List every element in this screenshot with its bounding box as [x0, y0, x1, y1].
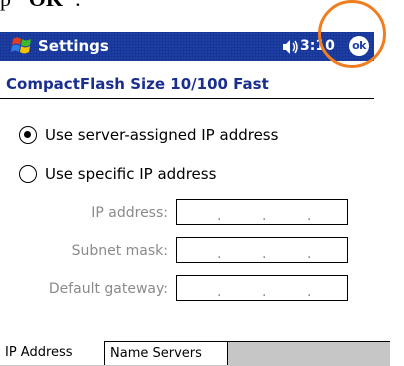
radio-button-selected[interactable] [19, 126, 37, 144]
ip-separator: . [262, 284, 267, 300]
caption-prefix: p [0, 0, 17, 11]
page-subtitle: CompactFlash Size 10/100 Fast [6, 75, 269, 93]
caption-bold: "OK" [17, 0, 76, 11]
subnet-mask-label: Subnet mask: [71, 243, 168, 259]
ip-separator: . [262, 208, 267, 224]
ip-separator: . [217, 246, 222, 262]
subtitle-divider [0, 98, 374, 99]
tab-ip-address[interactable]: IP Address [0, 341, 105, 365]
default-gateway-label: Default gateway: [48, 281, 168, 297]
window-title: Settings [38, 37, 109, 55]
ok-button-label: ok [352, 39, 366, 52]
subnet-mask-field[interactable]: . . . [176, 237, 348, 263]
ip-separator: . [307, 208, 312, 224]
radio-label-specific-ip[interactable]: Use specific IP address [45, 165, 216, 183]
tab-strip: IP Address Name Servers [0, 341, 390, 366]
windows-flag-icon[interactable] [10, 35, 34, 57]
ip-separator: . [262, 246, 267, 262]
ip-address-field[interactable]: . . . [176, 199, 348, 225]
radio-button-unselected[interactable] [19, 165, 37, 183]
ip-separator: . [217, 284, 222, 300]
tab-name-servers[interactable]: Name Servers [105, 341, 228, 365]
ip-separator: . [307, 246, 312, 262]
caption-suffix: . [75, 0, 81, 11]
radio-label-server-assigned[interactable]: Use server-assigned IP address [45, 126, 278, 144]
ip-separator: . [217, 208, 222, 224]
ip-separator: . [307, 284, 312, 300]
radio-dot [24, 131, 31, 138]
ip-address-label: IP address: [91, 205, 168, 221]
speaker-icon[interactable] [280, 39, 300, 55]
default-gateway-field[interactable]: . . . [176, 275, 348, 301]
caption-text: p "OK". [0, 0, 81, 12]
title-bar: Settings 3:10 ok [0, 32, 374, 61]
ok-button[interactable]: ok [349, 36, 369, 56]
clock[interactable]: 3:10 [300, 38, 335, 54]
